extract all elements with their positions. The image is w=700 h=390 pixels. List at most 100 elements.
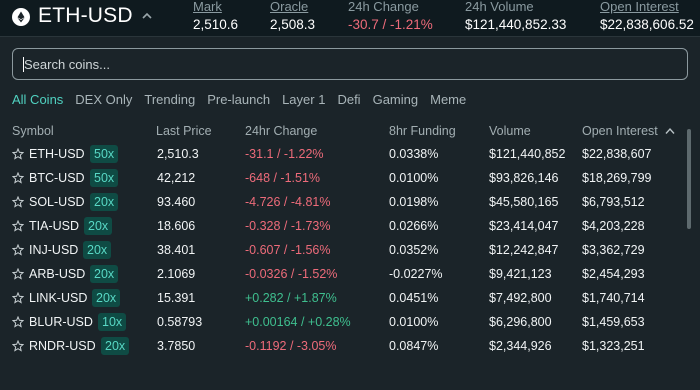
ethereum-logo-icon: [12, 8, 30, 26]
table-row[interactable]: BLUR-USD 10x 0.58793 +0.00164 / +0.28% 0.010…: [0, 311, 680, 335]
row-8hr-funding: 0.0100%: [389, 171, 439, 185]
sort-chevron-up-icon[interactable]: [665, 127, 675, 135]
row-24hr-change: +0.00164 / +0.28%: [245, 315, 351, 329]
leverage-badge: 20x: [90, 193, 119, 211]
favorite-star-icon[interactable]: [12, 244, 24, 256]
leverage-badge: 20x: [90, 265, 119, 283]
row-volume: $2,344,926: [489, 339, 552, 353]
stat-value: $121,440,852.33: [465, 17, 567, 32]
column-header-last-price[interactable]: Last Price: [156, 124, 212, 138]
table-row[interactable]: ETH-USD 50x 2,510.3 -31.1 / -1.22% 0.0338% $1…: [0, 143, 680, 167]
column-header-symbol[interactable]: Symbol: [12, 124, 54, 138]
row-volume: $23,414,047: [489, 219, 559, 233]
table-row[interactable]: RNDR-USD 20x 3.7850 -0.1192 / -3.05% 0.0847%…: [0, 335, 680, 359]
stat-label: 24h Volume: [465, 0, 534, 14]
row-24hr-change: -0.0326 / -1.52%: [245, 267, 338, 281]
row-24hr-change: -0.328 / -1.73%: [245, 219, 331, 233]
row-last-price: 3.7850: [157, 339, 196, 353]
leverage-badge: 20x: [84, 217, 113, 235]
column-header-open-interest[interactable]: Open Interest: [582, 124, 658, 138]
favorite-star-icon[interactable]: [12, 196, 24, 208]
stat-label: 24h Change: [348, 0, 419, 14]
leverage-badge: 10x: [98, 313, 127, 331]
row-24hr-change: -4.726 / -4.81%: [245, 195, 331, 209]
table-row[interactable]: BTC-USD 50x 42,212 -648 / -1.51% 0.0100% $93,…: [0, 167, 680, 191]
table-row[interactable]: TIA-USD 20x 18.606 -0.328 / -1.73% 0.0266% $2…: [0, 215, 680, 239]
row-volume: $7,492,800: [489, 291, 552, 305]
row-8hr-funding: 0.0266%: [389, 219, 439, 233]
row-symbol: ETH-USD: [29, 147, 85, 161]
stat-label[interactable]: Mark: [193, 0, 238, 14]
favorite-star-icon[interactable]: [12, 316, 24, 328]
stat-mark: Mark 2,510.6: [193, 0, 238, 32]
row-symbol: TIA-USD: [29, 219, 79, 233]
filter-tab-meme[interactable]: Meme: [430, 92, 466, 108]
row-volume: $121,440,852: [489, 147, 566, 161]
favorite-star-icon[interactable]: [12, 268, 24, 280]
row-symbol: RNDR-USD: [29, 339, 96, 353]
table-row[interactable]: ARB-USD 20x 2.1069 -0.0326 / -1.52% -0.0227%…: [0, 263, 680, 287]
row-last-price: 38.401: [157, 243, 196, 257]
stat-24h-change: 24h Change -30.7 / -1.21%: [348, 0, 433, 32]
filter-tab-pre-launch[interactable]: Pre-launch: [207, 92, 270, 108]
favorite-star-icon[interactable]: [12, 148, 24, 160]
filter-tab-gaming[interactable]: Gaming: [373, 92, 419, 108]
stat-label[interactable]: Open Interest: [600, 0, 694, 14]
table-row[interactable]: INJ-USD 20x 38.401 -0.607 / -1.56% 0.0352% $1…: [0, 239, 680, 263]
row-8hr-funding: 0.0100%: [389, 315, 439, 329]
row-open-interest: $3,362,729: [582, 243, 645, 257]
leverage-badge: 50x: [90, 145, 119, 163]
row-open-interest: $1,740,714: [582, 291, 645, 305]
row-symbol: ARB-USD: [29, 267, 86, 281]
stat-label[interactable]: Oracle: [270, 0, 315, 14]
row-volume: $45,580,165: [489, 195, 559, 209]
row-last-price: 2,510.3: [157, 147, 199, 161]
search-input[interactable]: [13, 49, 687, 79]
column-header-volume[interactable]: Volume: [489, 124, 531, 138]
row-24hr-change: -0.1192 / -3.05%: [245, 339, 337, 353]
row-open-interest: $2,454,293: [582, 267, 645, 281]
row-last-price: 2.1069: [157, 267, 196, 281]
filter-tab-layer-1[interactable]: Layer 1: [282, 92, 325, 108]
filter-tab-trending[interactable]: Trending: [144, 92, 195, 108]
column-header-8hr-funding[interactable]: 8hr Funding: [389, 124, 456, 138]
row-symbol: BTC-USD: [29, 171, 85, 185]
stat-open-interest: Open Interest $22,838,606.52: [600, 0, 694, 32]
row-volume: $93,826,146: [489, 171, 559, 185]
favorite-star-icon[interactable]: [12, 220, 24, 232]
table-row[interactable]: LINK-USD 20x 15.391 +0.282 / +1.87% 0.0451% $…: [0, 287, 680, 311]
table-row[interactable]: SOL-USD 20x 93.460 -4.726 / -4.81% 0.0198% $4…: [0, 191, 680, 215]
pair-selector[interactable]: ETH-USD: [38, 4, 133, 28]
coin-table-body: ETH-USD 50x 2,510.3 -31.1 / -1.22% 0.0338% $1…: [0, 143, 700, 390]
stat-value: 2,508.3: [270, 17, 316, 32]
table-header: Symbol Last Price 24hr Change 8hr Fundin…: [0, 124, 700, 140]
row-open-interest: $4,203,228: [582, 219, 645, 233]
row-last-price: 15.391: [157, 291, 196, 305]
favorite-star-icon[interactable]: [12, 292, 24, 304]
row-symbol: BLUR-USD: [29, 315, 93, 329]
favorite-star-icon[interactable]: [12, 172, 24, 184]
row-last-price: 0.58793: [157, 315, 203, 329]
chevron-up-icon[interactable]: [140, 9, 154, 23]
row-last-price: 18.606: [157, 219, 196, 233]
row-last-price: 42,212: [157, 171, 196, 185]
filter-tab-dex-only[interactable]: DEX Only: [75, 92, 132, 108]
row-24hr-change: +0.282 / +1.87%: [245, 291, 337, 305]
leverage-badge: 20x: [92, 289, 121, 307]
search-box[interactable]: [12, 48, 688, 80]
row-open-interest: $1,323,251: [582, 339, 645, 353]
stat-value: $22,838,606.52: [600, 17, 694, 32]
leverage-badge: 20x: [101, 337, 130, 355]
coin-selector-panel: All Coins DEX Only Trending Pre-launch L…: [0, 36, 700, 390]
stat-oracle: Oracle 2,508.3: [270, 0, 315, 32]
row-symbol: SOL-USD: [29, 195, 85, 209]
column-header-24hr-change[interactable]: 24hr Change: [245, 124, 317, 138]
filter-tab-defi[interactable]: Defi: [337, 92, 360, 108]
stat-24h-volume: 24h Volume $121,440,852.33: [465, 0, 566, 32]
row-open-interest: $1,459,653: [582, 315, 645, 329]
row-open-interest: $6,793,512: [582, 195, 645, 209]
row-volume: $9,421,123: [489, 267, 552, 281]
favorite-star-icon[interactable]: [12, 340, 24, 352]
row-8hr-funding: 0.0847%: [389, 339, 439, 353]
filter-tab-all-coins[interactable]: All Coins: [12, 92, 63, 108]
